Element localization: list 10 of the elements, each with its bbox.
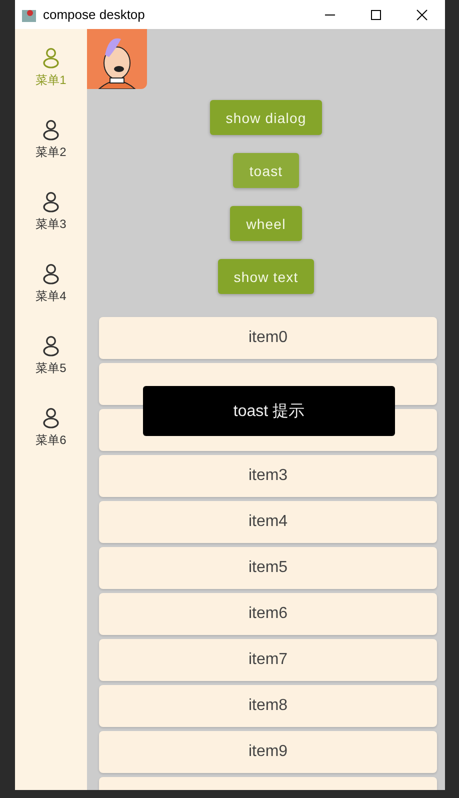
item-label: item0 xyxy=(248,329,288,347)
item-label: item8 xyxy=(248,697,288,715)
item-label: item6 xyxy=(248,605,288,623)
message-toast: toast 提示 xyxy=(143,386,395,436)
item-label: item7 xyxy=(248,651,288,669)
item-label: item3 xyxy=(248,467,288,485)
item-label: item5 xyxy=(248,559,288,577)
window-title: compose desktop xyxy=(43,7,146,22)
item-label: item9 xyxy=(248,743,288,761)
item-label: item4 xyxy=(248,513,288,531)
